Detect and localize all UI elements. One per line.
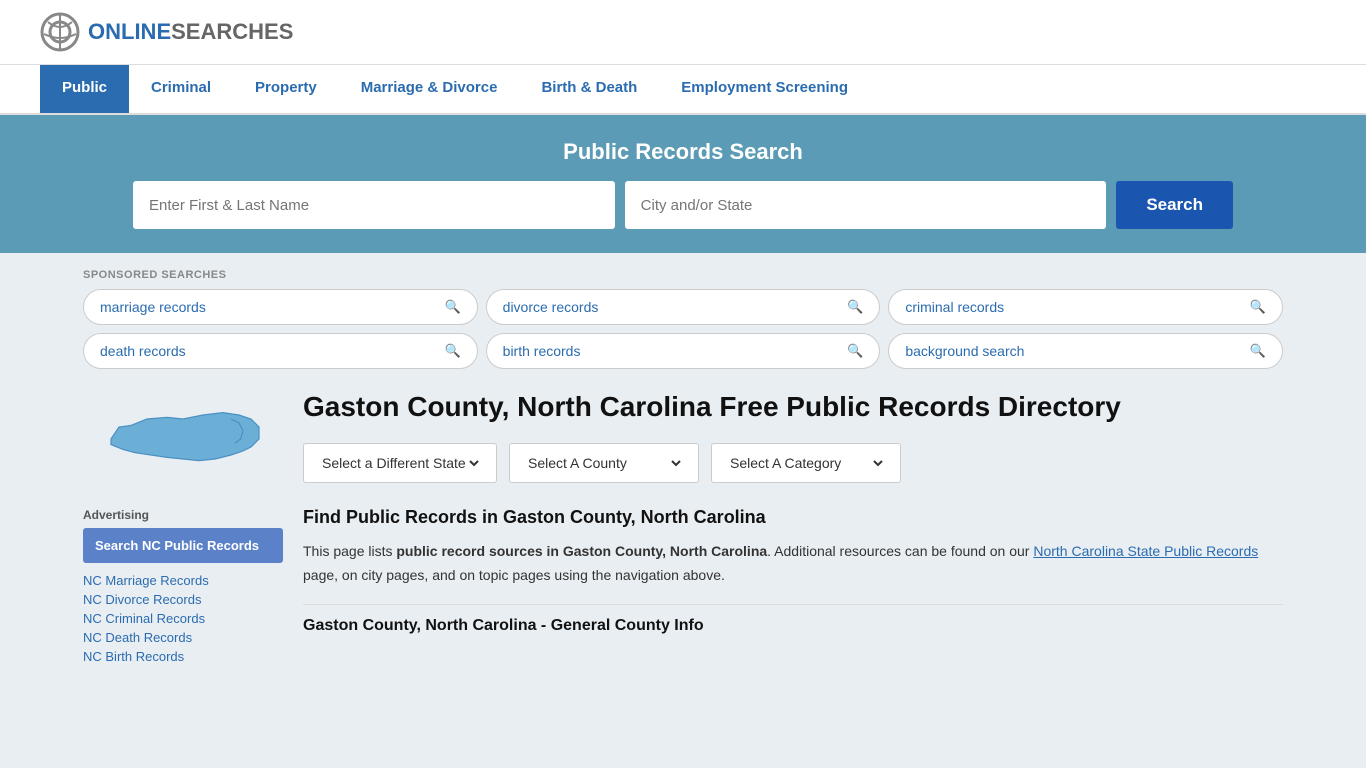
- sidebar-link-death[interactable]: NC Death Records: [83, 630, 283, 645]
- county-dropdown[interactable]: Select A County: [509, 443, 699, 483]
- nc-map-svg: [103, 389, 263, 489]
- sidebar-link-criminal[interactable]: NC Criminal Records: [83, 611, 283, 626]
- search-icon: 🔍: [444, 299, 460, 315]
- sidebar-ad-label: Advertising: [83, 508, 283, 522]
- sidebar-link-divorce[interactable]: NC Divorce Records: [83, 592, 283, 607]
- sidebar-link-birth[interactable]: NC Birth Records: [83, 649, 283, 664]
- main-content: Gaston County, North Carolina Free Publi…: [303, 389, 1283, 664]
- sidebar: Advertising Search NC Public Records NC …: [83, 389, 283, 664]
- nav-item-marriage-divorce[interactable]: Marriage & Divorce: [339, 65, 520, 113]
- location-input[interactable]: [625, 181, 1107, 229]
- sponsored-section: SPONSORED SEARCHES marriage records 🔍 di…: [83, 269, 1283, 369]
- nav-item-property[interactable]: Property: [233, 65, 339, 113]
- sponsored-pill-criminal[interactable]: criminal records 🔍: [888, 289, 1283, 325]
- logo-online: ONLINE: [88, 21, 171, 43]
- nav-item-public[interactable]: Public: [40, 65, 129, 113]
- dropdowns-row: Select a Different State Select A County…: [303, 443, 1283, 483]
- search-form: Search: [133, 181, 1233, 229]
- logo-searches: SEARCHES: [171, 21, 293, 43]
- state-select[interactable]: Select a Different State: [318, 454, 482, 472]
- state-map: [83, 389, 283, 492]
- logo-icon: [40, 12, 80, 52]
- sidebar-link-marriage[interactable]: NC Marriage Records: [83, 573, 283, 588]
- sponsored-label: SPONSORED SEARCHES: [83, 269, 1283, 281]
- sponsored-pill-marriage[interactable]: marriage records 🔍: [83, 289, 478, 325]
- sponsored-pill-birth[interactable]: birth records 🔍: [486, 333, 881, 369]
- find-title: Find Public Records in Gaston County, No…: [303, 507, 1283, 528]
- search-icon: 🔍: [1250, 299, 1266, 315]
- main-nav: Public Criminal Property Marriage & Divo…: [0, 65, 1366, 115]
- search-icon: 🔍: [444, 343, 460, 359]
- sponsored-pill-death[interactable]: death records 🔍: [83, 333, 478, 369]
- search-icon: 🔍: [1250, 343, 1266, 359]
- state-dropdown[interactable]: Select a Different State: [303, 443, 497, 483]
- search-button[interactable]: Search: [1116, 181, 1233, 229]
- site-logo[interactable]: ONLINE SEARCHES: [40, 12, 293, 52]
- category-select[interactable]: Select A Category: [726, 454, 886, 472]
- logo-text: ONLINE SEARCHES: [88, 21, 293, 43]
- search-banner: Public Records Search Search: [0, 115, 1366, 253]
- description-text: This page lists public record sources in…: [303, 540, 1283, 588]
- sponsored-grid: marriage records 🔍 divorce records 🔍 cri…: [83, 289, 1283, 369]
- content-layout: Advertising Search NC Public Records NC …: [83, 389, 1283, 664]
- sponsored-pill-label: death records: [100, 343, 186, 359]
- sidebar-ad-block[interactable]: Search NC Public Records: [83, 528, 283, 563]
- nav-item-employment[interactable]: Employment Screening: [659, 65, 870, 113]
- sponsored-pill-label: background search: [905, 343, 1024, 359]
- sponsored-pill-background[interactable]: background search 🔍: [888, 333, 1283, 369]
- section-subtitle: Gaston County, North Carolina - General …: [303, 617, 1283, 635]
- sponsored-pill-label: birth records: [503, 343, 581, 359]
- search-icon: 🔍: [847, 299, 863, 315]
- page-title: Gaston County, North Carolina Free Publi…: [303, 389, 1283, 425]
- category-dropdown[interactable]: Select A Category: [711, 443, 901, 483]
- name-input[interactable]: [133, 181, 615, 229]
- sponsored-pill-label: marriage records: [100, 299, 206, 315]
- main-container: SPONSORED SEARCHES marriage records 🔍 di…: [63, 253, 1303, 680]
- sponsored-pill-divorce[interactable]: divorce records 🔍: [486, 289, 881, 325]
- sponsored-pill-label: criminal records: [905, 299, 1004, 315]
- sponsored-pill-label: divorce records: [503, 299, 599, 315]
- nc-state-link[interactable]: North Carolina State Public Records: [1033, 543, 1258, 559]
- nav-item-birth-death[interactable]: Birth & Death: [519, 65, 659, 113]
- sidebar-links: NC Marriage Records NC Divorce Records N…: [83, 573, 283, 664]
- county-select[interactable]: Select A County: [524, 454, 684, 472]
- search-icon: 🔍: [847, 343, 863, 359]
- nav-item-criminal[interactable]: Criminal: [129, 65, 233, 113]
- section-divider: [303, 604, 1283, 605]
- bold-text: public record sources in Gaston County, …: [396, 543, 767, 559]
- search-banner-title: Public Records Search: [40, 139, 1326, 165]
- site-header: ONLINE SEARCHES: [0, 0, 1366, 65]
